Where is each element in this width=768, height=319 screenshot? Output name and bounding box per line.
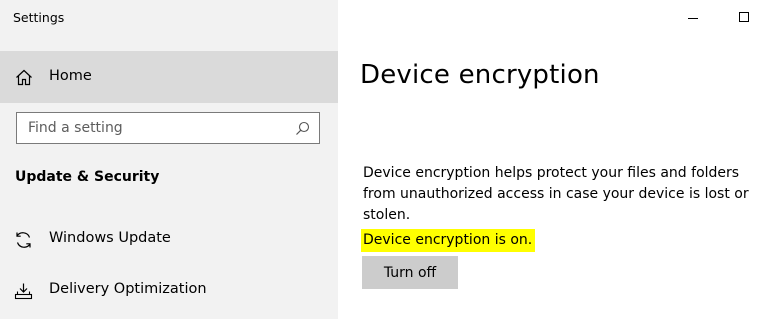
encryption-status: Device encryption is on. [361, 229, 536, 252]
sidebar-item-home[interactable]: Home [0, 51, 338, 103]
sync-icon [14, 231, 33, 249]
sidebar-item-windows-update[interactable]: Windows Update [0, 218, 338, 262]
turn-off-button[interactable]: Turn off [362, 256, 458, 289]
search-icon[interactable] [295, 121, 310, 136]
page-title: Device encryption [360, 60, 600, 90]
delivery-optimization-icon [14, 282, 33, 300]
sidebar: Settings Home Update & Security [0, 0, 338, 319]
description-text: Device encryption helps protect your fil… [363, 165, 749, 223]
main-content: Device encryption Device encryption help… [338, 0, 768, 319]
home-icon [15, 69, 33, 86]
section-title: Update & Security [15, 169, 160, 185]
app-title: Settings [13, 10, 65, 25]
sidebar-item-home-label: Home [49, 68, 92, 84]
sidebar-item-delivery-optimization[interactable]: Delivery Optimization [0, 269, 338, 313]
minimize-button[interactable] [670, 0, 716, 34]
sidebar-item-label: Delivery Optimization [49, 281, 207, 297]
maximize-button[interactable] [722, 0, 768, 34]
search-input[interactable] [17, 113, 287, 143]
maximize-icon [739, 12, 749, 22]
minimize-icon [688, 18, 698, 19]
sidebar-item-label: Windows Update [49, 230, 171, 246]
search-box[interactable] [16, 112, 320, 144]
